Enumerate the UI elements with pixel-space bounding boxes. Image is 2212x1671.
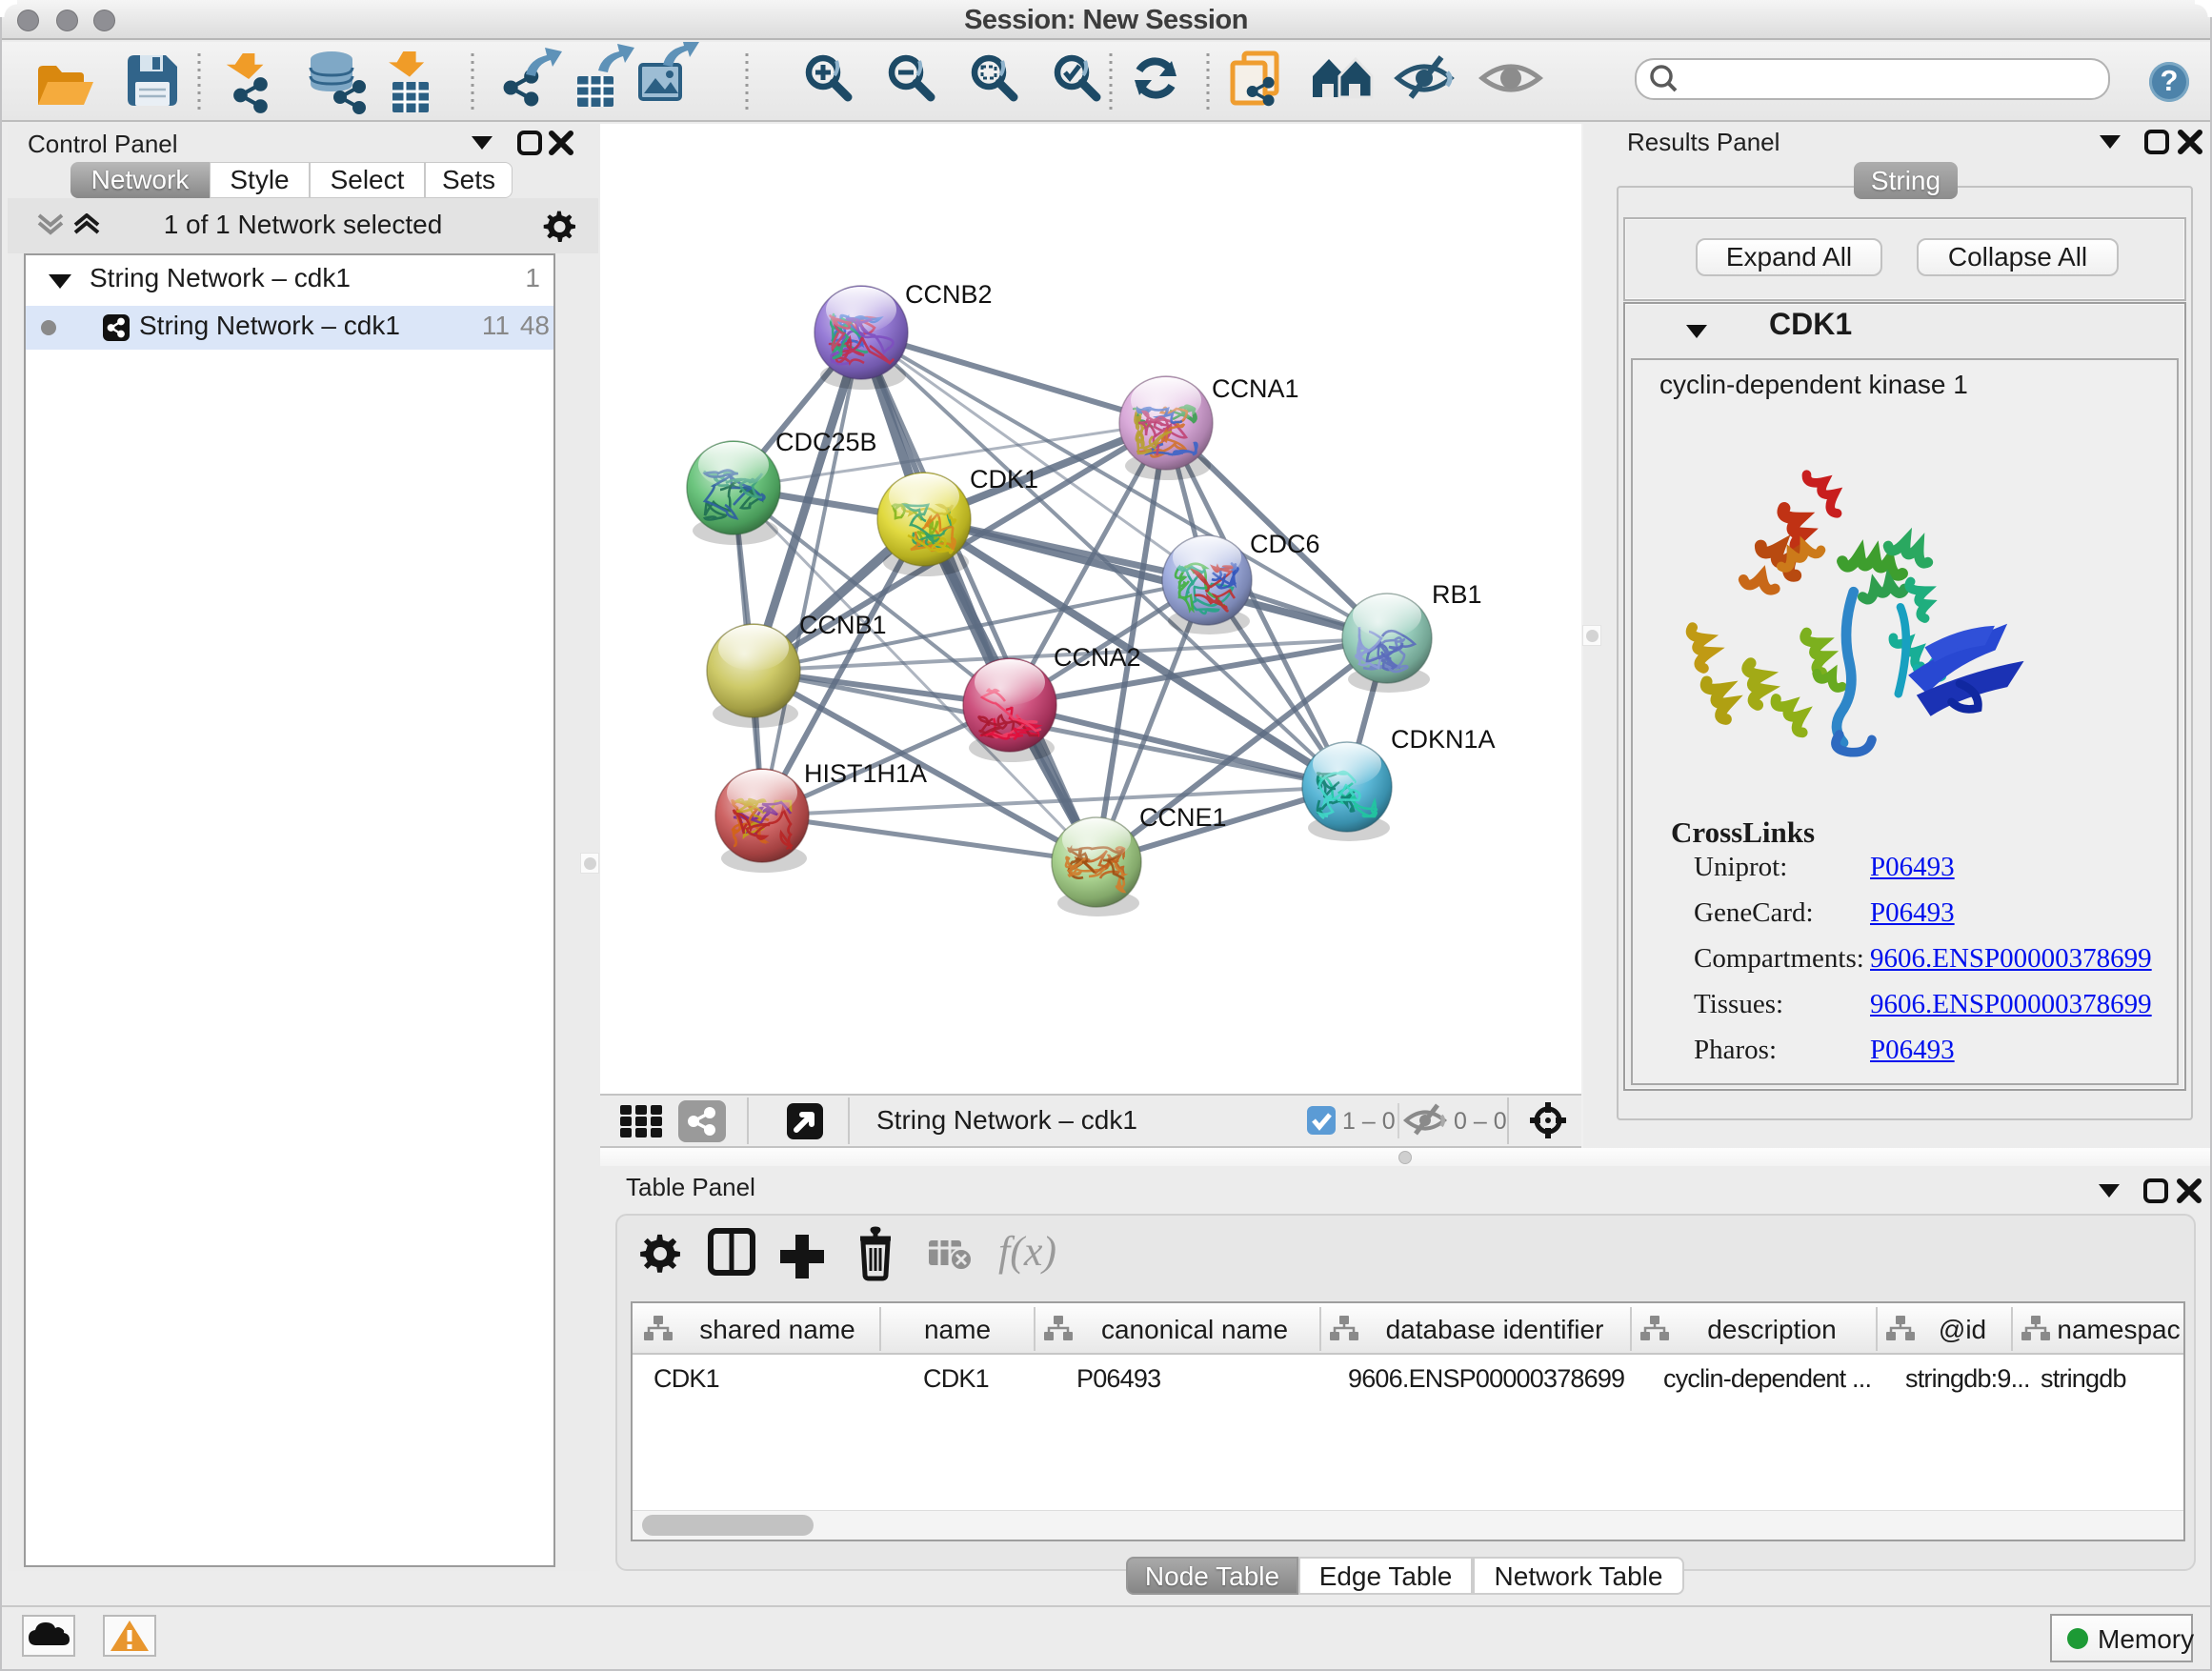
svg-text:shared name: shared name — [699, 1315, 855, 1344]
svg-text:CDKN1A: CDKN1A — [1391, 725, 1496, 754]
svg-text:HIST1H1A: HIST1H1A — [804, 759, 927, 788]
svg-text:RB1: RB1 — [1432, 580, 1482, 609]
svg-text:namespac: namespac — [2057, 1315, 2180, 1344]
svg-text:CCNE1: CCNE1 — [1139, 803, 1227, 832]
svg-text:0 – 0: 0 – 0 — [1454, 1108, 1507, 1135]
svg-text:description: description — [1707, 1315, 1836, 1344]
svg-text:f(x): f(x) — [998, 1228, 1056, 1275]
svg-text:CCNB1: CCNB1 — [799, 611, 887, 639]
svg-text:CCNB2: CCNB2 — [905, 280, 993, 309]
svg-text:CDC25B: CDC25B — [775, 428, 877, 456]
svg-text:CCNA1: CCNA1 — [1212, 374, 1299, 403]
svg-text:CDK1: CDK1 — [970, 465, 1038, 493]
svg-text:name: name — [924, 1315, 991, 1344]
svg-text:@id: @id — [1939, 1315, 1986, 1344]
svg-text:canonical name: canonical name — [1101, 1315, 1288, 1344]
svg-text:CCNA2: CCNA2 — [1054, 643, 1141, 672]
svg-text:CDC6: CDC6 — [1250, 530, 1320, 558]
svg-text:1 – 0: 1 – 0 — [1342, 1108, 1396, 1135]
svg-text:database identifier: database identifier — [1386, 1315, 1604, 1344]
